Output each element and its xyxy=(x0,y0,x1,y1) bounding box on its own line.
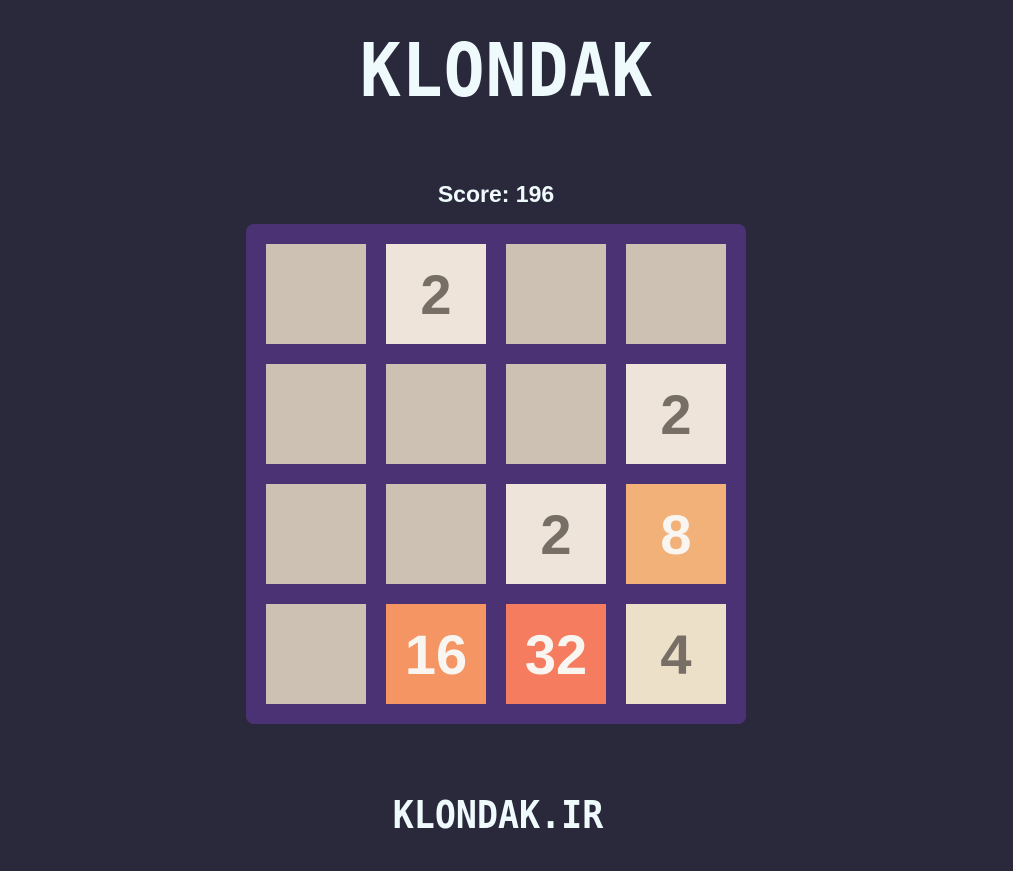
tile-r4-c4: 4 xyxy=(626,604,726,704)
tile-r2-c3 xyxy=(506,364,606,464)
tile-r4-c3: 32 xyxy=(506,604,606,704)
tile-r1-c4 xyxy=(626,244,726,344)
tile-r3-c3: 2 xyxy=(506,484,606,584)
tile-r3-c1 xyxy=(266,484,366,584)
tile-r1-c2: 2 xyxy=(386,244,486,344)
tile-r3-c4: 8 xyxy=(626,484,726,584)
game-title: KLONDAK xyxy=(359,28,654,114)
tile-r2-c2 xyxy=(386,364,486,464)
tile-r2-c1 xyxy=(266,364,366,464)
tile-r4-c2: 16 xyxy=(386,604,486,704)
game-board[interactable]: 2 2 2 8 16 32 4 xyxy=(246,224,746,724)
tile-r3-c2 xyxy=(386,484,486,584)
score-display: Score: 196 xyxy=(437,181,555,207)
tile-r2-c4: 2 xyxy=(626,364,726,464)
tile-r1-c3 xyxy=(506,244,606,344)
tile-r4-c1 xyxy=(266,604,366,704)
site-link[interactable]: KLONDAK.IR xyxy=(40,790,956,840)
tile-r1-c1 xyxy=(266,244,366,344)
